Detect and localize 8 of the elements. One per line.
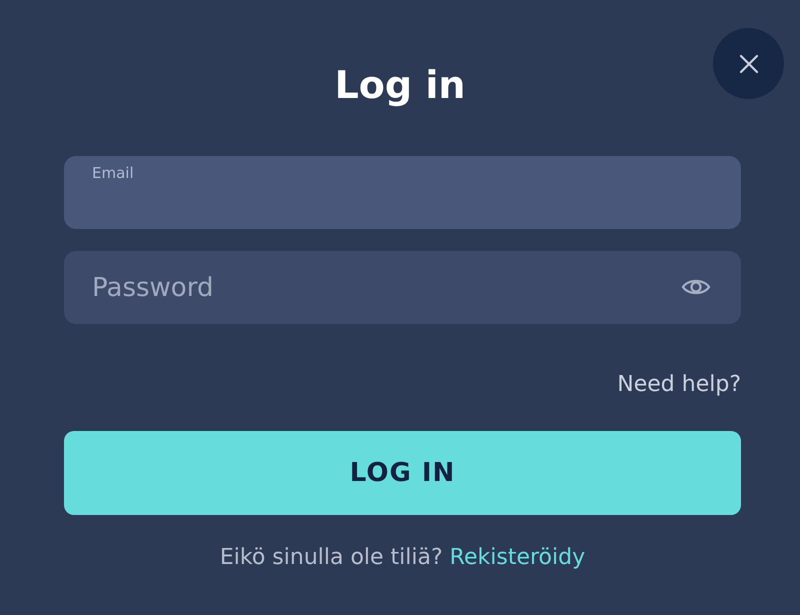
signup-prompt: Eikö sinulla ole tiliä? Rekisteröidy — [218, 545, 586, 570]
help-link[interactable]: Need help? — [617, 372, 741, 397]
login-button[interactable]: LOG IN — [64, 431, 741, 515]
dialog-title: Log in — [334, 62, 466, 109]
password-field[interactable]: Password — [64, 251, 741, 324]
email-field[interactable]: Email — [64, 156, 741, 229]
close-icon — [738, 54, 758, 74]
register-link[interactable]: Rekisteröidy — [450, 545, 586, 570]
